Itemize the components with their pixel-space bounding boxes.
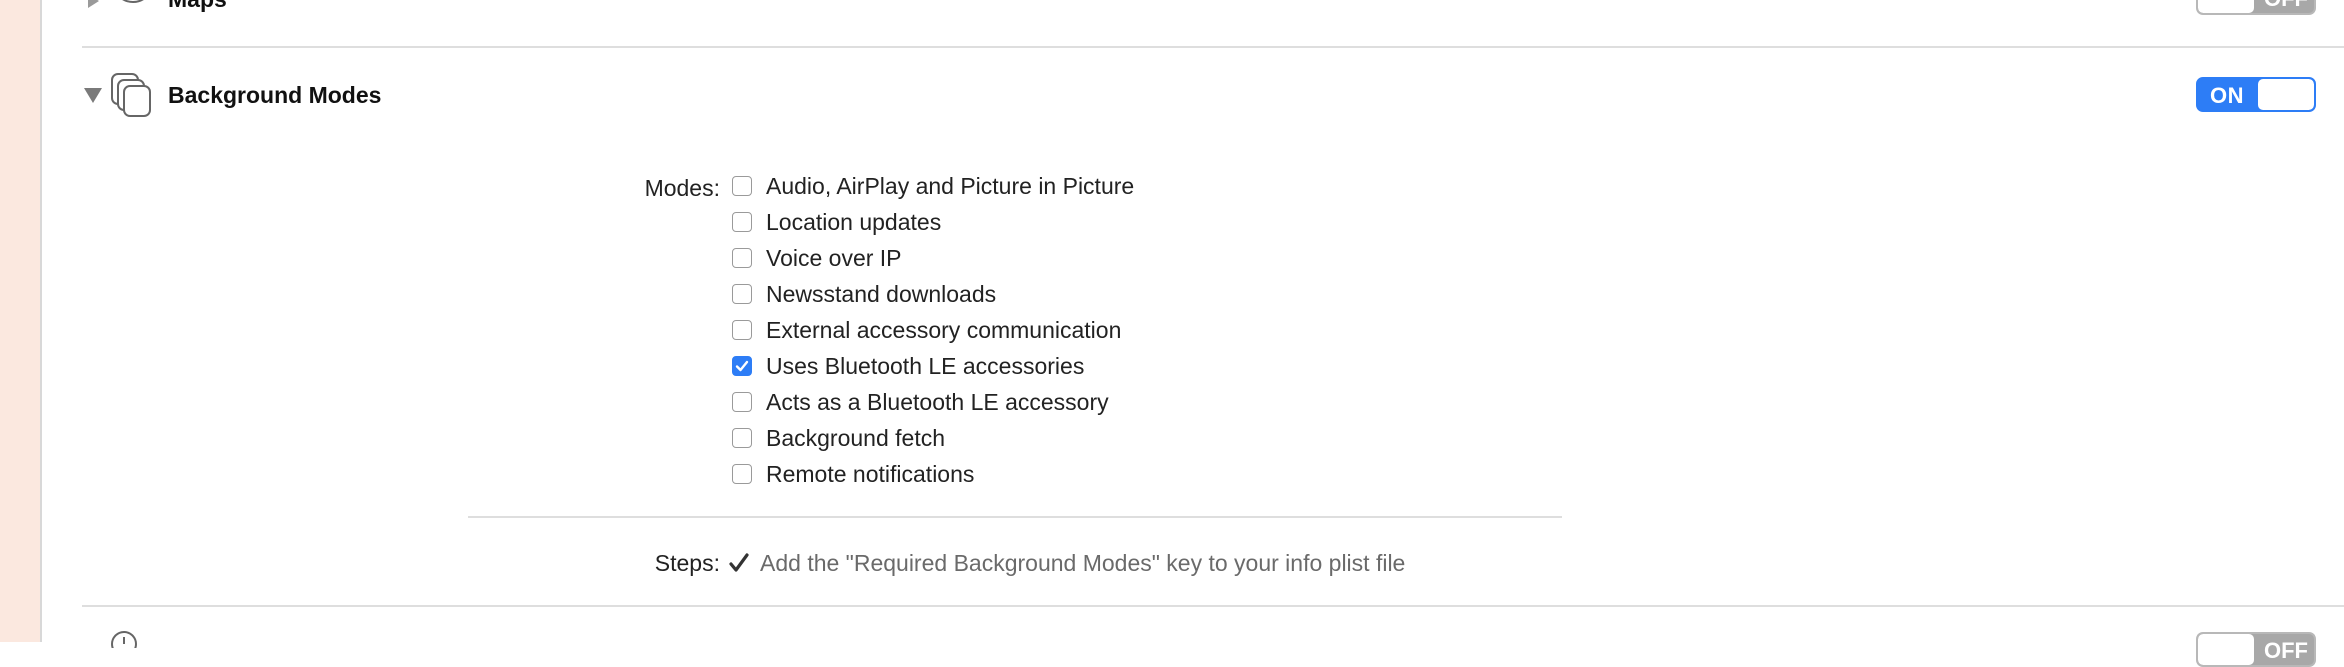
mode-checkbox[interactable] [732,284,752,304]
mode-checkbox[interactable] [732,176,752,196]
mode-option[interactable]: External accessory communication [732,315,1121,345]
maps-toggle[interactable]: OFF [2196,0,2316,15]
mode-label: Background fetch [766,424,946,451]
section-divider [82,605,2344,607]
disclosure-triangle-collapsed[interactable] [88,0,99,8]
mode-label: Audio, AirPlay and Picture in Picture [766,172,1135,199]
toggle-label: OFF [2264,0,2308,12]
toggle-label: ON [2210,83,2244,108]
mode-checkbox[interactable] [732,464,752,484]
capability-title-maps: Maps [168,0,227,13]
mode-option[interactable]: Remote notifications [732,459,974,489]
next-capability-toggle[interactable]: OFF [2196,632,2316,667]
mode-option[interactable]: Uses Bluetooth LE accessories [732,351,1084,381]
mode-checkbox[interactable] [732,356,752,376]
mode-option[interactable]: Background fetch [732,423,945,453]
toggle-knob [2198,634,2254,665]
mode-label: Acts as a Bluetooth LE accessory [766,388,1109,415]
mode-option[interactable]: Acts as a Bluetooth LE accessory [732,387,1109,417]
section-divider [82,46,2344,48]
mode-checkbox[interactable] [732,392,752,412]
sidebar-divider [40,0,42,642]
toggle-knob [2198,0,2254,13]
step-text: Add the "Required Background Modes" key … [760,550,1406,576]
mode-label: Uses Bluetooth LE accessories [766,352,1085,379]
mode-label: External accessory communication [766,316,1122,343]
checkmark-icon [729,553,749,572]
modes-label: Modes: [644,175,720,201]
mode-option[interactable]: Audio, AirPlay and Picture in Picture [732,171,1134,201]
mode-option[interactable]: Newsstand downloads [732,279,996,309]
capability-title-background-modes: Background Modes [168,82,382,108]
mode-checkbox[interactable] [732,320,752,340]
capability-icon [111,631,137,648]
background-modes-toggle[interactable]: ON [2196,77,2316,112]
steps-label: Steps: [654,550,720,576]
sidebar-edge [0,0,40,642]
mode-option[interactable]: Location updates [732,207,941,237]
mode-label: Newsstand downloads [766,280,997,307]
background-modes-icon [111,73,151,117]
mode-label: Location updates [766,208,942,235]
maps-icon [122,0,144,3]
mode-label: Remote notifications [766,460,975,487]
mode-option[interactable]: Voice over IP [732,243,902,273]
mode-label: Voice over IP [766,244,902,271]
mode-checkbox[interactable] [732,212,752,232]
mode-checkbox[interactable] [732,428,752,448]
disclosure-triangle-expanded[interactable] [84,88,102,103]
mode-checkbox[interactable] [732,248,752,268]
steps-divider [468,516,1562,518]
toggle-knob [2258,79,2314,110]
